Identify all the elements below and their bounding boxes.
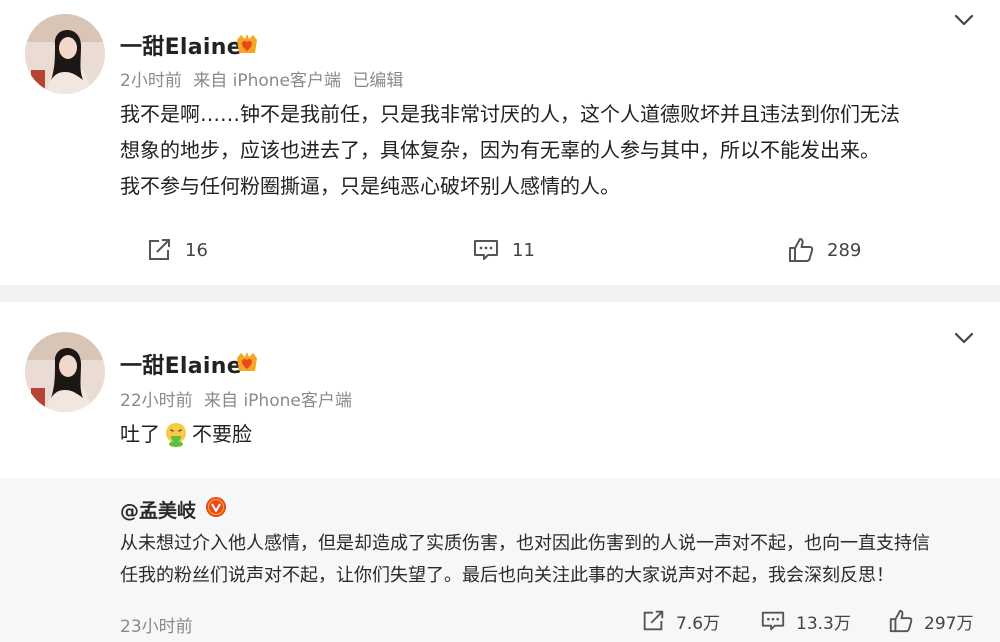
repost-icon: [643, 610, 664, 631]
post-time: 22小时前: [120, 391, 193, 411]
content-line: 从未想过介入他人感情，但是却造成了实质伤害，也对因此伤害到的人说一声对不起，也向…: [120, 533, 930, 554]
verified-v-icon: [206, 497, 226, 517]
post-divider: [0, 285, 1000, 302]
like-icon: [889, 609, 913, 633]
repost-button[interactable]: 16: [145, 236, 208, 264]
content-text: 吐了: [120, 422, 160, 446]
content-line: 想象的地步，应该也进去了，具体复杂，因为有无辜的人参与其中，所以不能发出来。: [120, 138, 880, 162]
comment-count: 11: [512, 239, 535, 261]
content-line: 我不参与任何粉圈撕逼，只是纯恶心破坏别人感情的人。: [120, 174, 620, 198]
repost-content: 从未想过介入他人感情，但是却造成了实质伤害，也对因此伤害到的人说一声对不起，也向…: [120, 528, 988, 592]
comment-button[interactable]: 11: [472, 236, 535, 264]
repost-icon: [149, 239, 170, 260]
like-button[interactable]: 289: [787, 236, 861, 264]
edited-label[interactable]: 已编辑: [352, 71, 403, 91]
post-card-1: 一甜Elaine 2小时前 来自 iPhone客户端 已编辑 我不是啊……钟不是…: [0, 0, 1000, 285]
post-meta: 22小时前 来自 iPhone客户端: [120, 386, 352, 411]
content-text: 不要脸: [192, 422, 252, 446]
comment-icon: [761, 611, 785, 631]
content-line: 我不是啊……钟不是我前任，只是我非常讨厌的人，这个人道德败坏并且违法到你们无法: [120, 102, 900, 126]
like-count: 297万: [924, 613, 974, 634]
repost-time: 23小时前: [120, 617, 193, 637]
chevron-down-icon[interactable]: [952, 8, 976, 32]
like-count: 289: [827, 239, 862, 261]
crown-heart-icon: [237, 34, 257, 53]
repost-author[interactable]: @孟美岐: [120, 496, 196, 523]
repost-comment-button[interactable]: 13.3万: [760, 608, 851, 634]
action-bar: 16 11 289: [0, 236, 1000, 270]
comment-icon: [474, 240, 498, 260]
username[interactable]: 一甜Elaine: [120, 29, 242, 61]
chevron-down-icon[interactable]: [952, 326, 976, 350]
repost-card[interactable]: @孟美岐 从未想过介入他人感情，但是却造成了实质伤害，也对因此伤害到的人说一声对…: [0, 478, 1000, 642]
user-avatar[interactable]: [25, 332, 105, 412]
comment-count: 13.3万: [796, 613, 851, 634]
post-content: 吐了 不要脸: [120, 416, 980, 452]
post-content: 我不是啊……钟不是我前任，只是我非常讨厌的人，这个人道德败坏并且违法到你们无法 …: [120, 96, 980, 204]
post-source[interactable]: 来自 iPhone客户端: [193, 71, 341, 91]
repost-count: 7.6万: [676, 613, 721, 634]
repost-like-button[interactable]: 297万: [888, 608, 973, 634]
content-line: 任我的粉丝们说声对不起，让你们失望了。最后也向关注此事的大家说声对不起，我会深刻…: [120, 565, 894, 586]
like-icon: [789, 238, 814, 262]
vomit-emoji-icon: [166, 423, 186, 447]
repost-share-button[interactable]: 7.6万: [640, 608, 720, 634]
crown-heart-icon: [237, 352, 257, 371]
post-meta: 2小时前 来自 iPhone客户端 已编辑: [120, 66, 403, 91]
username[interactable]: 一甜Elaine: [120, 348, 242, 380]
post-time: 2小时前: [120, 71, 182, 91]
repost-count: 16: [185, 239, 208, 261]
avatar-photo: [25, 332, 105, 412]
post-source[interactable]: 来自 iPhone客户端: [204, 391, 352, 411]
user-avatar[interactable]: [25, 14, 105, 94]
post-card-2: 一甜Elaine 22小时前 来自 iPhone客户端 吐了 不要脸 @孟美岐 …: [0, 302, 1000, 642]
avatar-photo: [25, 14, 105, 94]
